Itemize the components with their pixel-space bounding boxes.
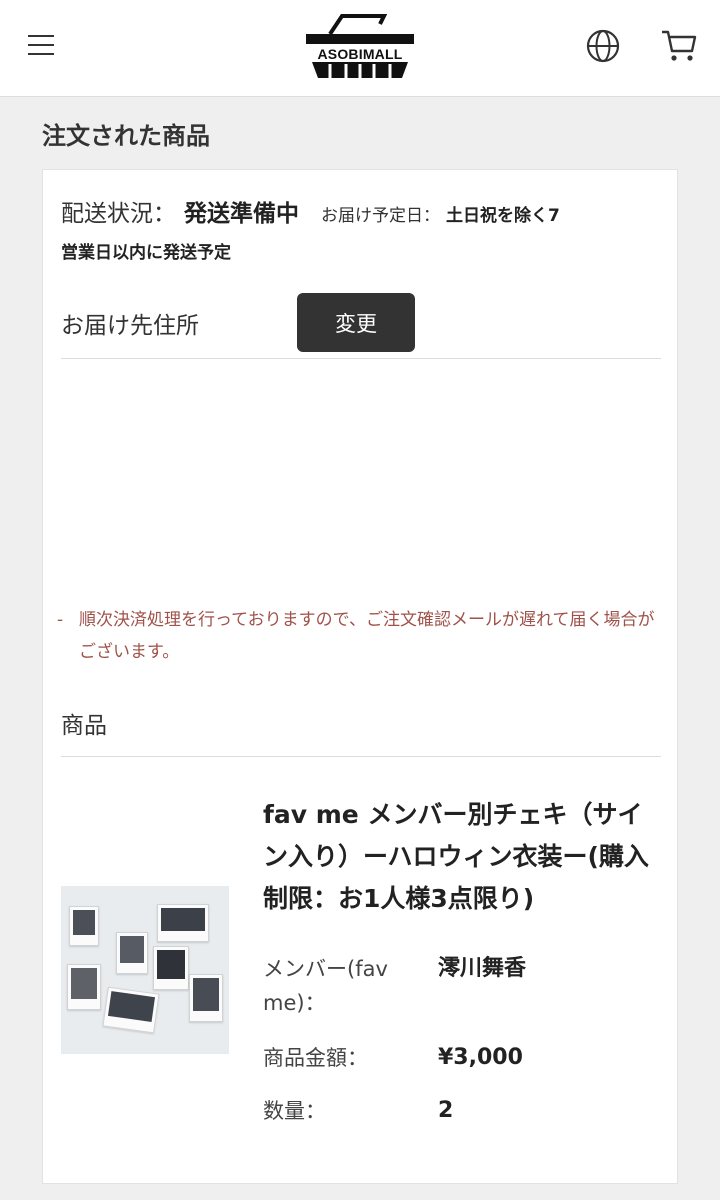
eta-value: 土日祝を除く7 <box>446 206 560 226</box>
price-value: ¥3,000 <box>438 1045 523 1070</box>
price-label: 商品金額： <box>263 1046 368 1070</box>
chekki-photo <box>116 932 148 974</box>
chekki-photo <box>153 946 189 990</box>
asobimall-logo[interactable]: ASOBIMALL <box>296 12 424 84</box>
chekki-photo <box>102 986 160 1034</box>
divider <box>61 358 661 359</box>
product-title[interactable]: fav me メンバー別チェキ（サイン入り）ーハロウィン衣装ー(購入制限：お1人… <box>263 794 653 920</box>
eta-label: お届け予定日： <box>321 206 440 226</box>
product-image[interactable] <box>61 886 229 1054</box>
eta-value-continued: 営業日以内に発送予定 <box>61 243 231 263</box>
products-label: 商品 <box>61 713 107 739</box>
globe-icon[interactable] <box>585 28 621 64</box>
chekki-photo <box>69 906 99 946</box>
chekki-photo <box>157 904 209 942</box>
payment-notice: - 順次決済処理を行っておりますので、ご注文確認メールが遅れて届く場合がございま… <box>57 604 657 668</box>
order-card: 配送状況： 発送準備中 お届け予定日： 土日祝を除く7 営業日以内に発送予定 お届け先… <box>42 169 678 1184</box>
hamburger-menu-icon[interactable] <box>28 33 56 57</box>
member-value: 澪川舞香 <box>438 956 527 981</box>
cart-icon[interactable] <box>660 27 698 65</box>
shipping-status-row: 配送状況： 発送準備中 お届け予定日： 土日祝を除く7 <box>61 194 560 228</box>
address-label: お届け先住所 <box>61 313 199 339</box>
logo-text: ASOBIMALL <box>317 46 403 62</box>
change-address-button[interactable]: 変更 <box>297 293 415 352</box>
status-value: 発送準備中 <box>184 201 299 227</box>
section-title: 注文された商品 <box>42 122 210 150</box>
divider <box>61 756 661 757</box>
notice-dash: - <box>57 610 64 630</box>
chekki-photo <box>189 974 223 1022</box>
member-label: メンバー(fav me)： <box>263 957 388 1015</box>
quantity-label: 数量： <box>263 1099 326 1123</box>
quantity-value: 2 <box>438 1098 454 1123</box>
notice-text: 順次決済処理を行っておりますので、ご注文確認メールが遅れて届く場合がございます。 <box>79 610 655 662</box>
chekki-photo <box>67 964 101 1010</box>
site-header: ASOBIMALL <box>0 0 720 97</box>
status-label: 配送状況： <box>61 201 176 227</box>
